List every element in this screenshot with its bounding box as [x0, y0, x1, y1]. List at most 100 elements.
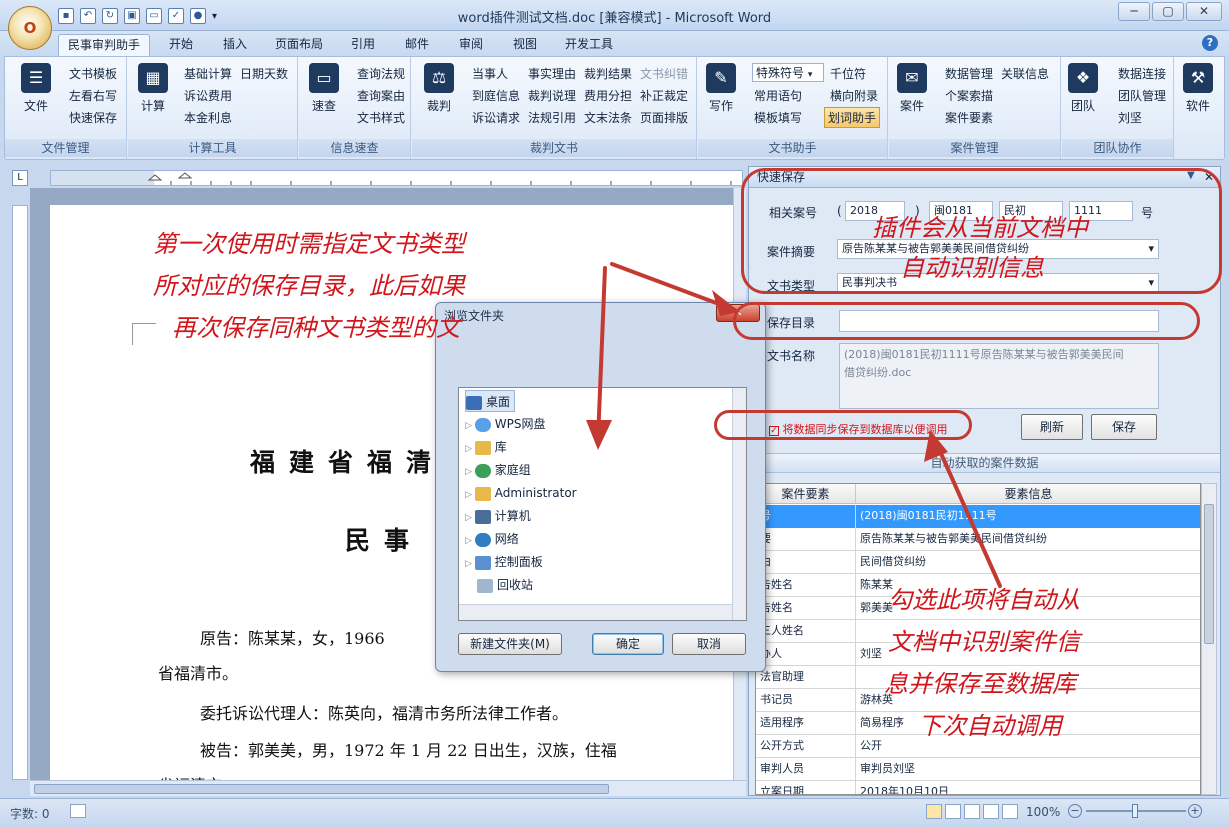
page-layout-button[interactable]: 页面排版: [640, 109, 688, 126]
claims-button[interactable]: 诉讼请求: [472, 109, 520, 126]
query-cause-button[interactable]: 查询案由: [357, 87, 405, 104]
tab-view[interactable]: 视图: [502, 34, 548, 56]
attendance-button[interactable]: 到庭信息: [472, 87, 520, 104]
quick-save-button[interactable]: 快速保存: [69, 109, 117, 126]
office-button[interactable]: O: [8, 6, 52, 50]
print-layout-icon[interactable]: [926, 804, 942, 819]
maximize-button[interactable]: ▢: [1152, 2, 1184, 21]
tab-home[interactable]: 开始: [158, 34, 204, 56]
help-icon[interactable]: ?: [1202, 35, 1218, 51]
principal-interest-button[interactable]: 本金利息: [184, 109, 232, 126]
tree-item-recycle-bin[interactable]: 回收站: [477, 574, 533, 596]
table-row[interactable]: 审判人员 审判员刘坚: [756, 758, 1200, 781]
tab-page-layout[interactable]: 页面布局: [266, 34, 332, 56]
tree-item-wps-cloud[interactable]: ▷ WPS网盘: [465, 413, 546, 435]
software-button[interactable]: ⚒ 软件: [1179, 63, 1217, 114]
correction-ruling-button[interactable]: 补正裁定: [640, 87, 688, 104]
word-assistant-button[interactable]: 划词助手: [824, 107, 881, 128]
zoom-level[interactable]: 100%: [1026, 805, 1060, 819]
sync-db-checkbox[interactable]: ✓ 将数据同步保存到数据库以便调用: [769, 421, 948, 437]
tree-item-computer[interactable]: ▷ 计算机: [465, 505, 531, 527]
basic-calc-button[interactable]: 基础计算: [184, 65, 232, 82]
law-citation-button[interactable]: 法规引用: [528, 109, 576, 126]
parties-button[interactable]: 当事人: [472, 65, 508, 82]
end-law-button[interactable]: 文末法条: [584, 109, 632, 126]
doc-template-button[interactable]: 文书模板: [69, 65, 117, 82]
lookup-button[interactable]: ▭ 速查: [305, 63, 343, 114]
template-fill-button[interactable]: 模板填写: [754, 109, 802, 126]
case-elements-button[interactable]: 案件要素: [945, 109, 993, 126]
case-data-section[interactable]: 自动获取的案件数据: [749, 453, 1220, 473]
judge-button[interactable]: ⚖ 裁判: [420, 63, 458, 114]
judgment-result-button[interactable]: 裁判结果: [584, 65, 632, 82]
write-button[interactable]: ✎ 写作: [702, 63, 740, 114]
grid-header-element[interactable]: 案件要素: [756, 484, 856, 504]
team-management-button[interactable]: 团队管理: [1118, 87, 1166, 104]
tab-developer[interactable]: 开发工具: [556, 34, 622, 56]
table-row[interactable]: 立案日期 2018年10月10日: [756, 781, 1200, 794]
facts-reasons-button[interactable]: 事实理由: [528, 65, 576, 82]
special-symbol-dropdown[interactable]: 特殊符号 ▾: [752, 63, 824, 82]
new-folder-button[interactable]: 新建文件夹(M): [458, 633, 562, 655]
tree-item-desktop[interactable]: 桌面: [465, 390, 516, 412]
minimize-button[interactable]: ─: [1118, 2, 1150, 21]
proofing-icon[interactable]: [70, 804, 86, 818]
data-management-button[interactable]: 数据管理: [945, 65, 993, 82]
tab-insert[interactable]: 插入: [212, 34, 258, 56]
refresh-button[interactable]: 刷新: [1021, 414, 1083, 440]
grid-header-value[interactable]: 要素信息: [856, 484, 1200, 504]
zoom-slider-thumb[interactable]: [1132, 804, 1138, 818]
table-row[interactable]: 由民间借贷纠纷: [756, 551, 1200, 574]
calc-button[interactable]: ▦ 计算: [134, 63, 172, 114]
horizontal-ruler[interactable]: [50, 170, 743, 186]
fee-sharing-button[interactable]: 费用分担: [584, 87, 632, 104]
ok-button[interactable]: 确定: [592, 633, 664, 655]
doc-style-button[interactable]: 文书样式: [357, 109, 405, 126]
query-law-button[interactable]: 查询法规: [357, 65, 405, 82]
zoom-out-icon[interactable]: −: [1068, 804, 1082, 818]
cancel-button[interactable]: 取消: [672, 633, 746, 655]
save-button[interactable]: 保存: [1091, 414, 1157, 440]
grid-vertical-scrollbar[interactable]: [1201, 483, 1217, 795]
tab-selector[interactable]: L: [12, 170, 28, 186]
tree-vertical-scrollbar[interactable]: [732, 388, 746, 620]
full-screen-icon[interactable]: [945, 804, 961, 819]
thousand-sep-button[interactable]: 千位符: [830, 65, 866, 82]
word-count[interactable]: 字数: 0: [10, 805, 50, 822]
scroll-thumb[interactable]: [34, 784, 609, 794]
tree-item-library[interactable]: ▷ 库: [465, 436, 507, 458]
save-dir-input[interactable]: [839, 310, 1159, 332]
reasoning-button[interactable]: 裁判说理: [528, 87, 576, 104]
related-info-button[interactable]: 关联信息: [1001, 65, 1049, 82]
tree-item-homegroup[interactable]: ▷ 家庭组: [465, 459, 531, 481]
outline-icon[interactable]: [983, 804, 999, 819]
tree-item-network[interactable]: ▷ 网络: [465, 528, 519, 550]
date-days-button[interactable]: 日期天数: [240, 65, 288, 82]
close-button[interactable]: ✕: [1186, 2, 1222, 21]
file-button[interactable]: ☰ 文件: [17, 63, 55, 114]
case-scan-button[interactable]: 个案索描: [945, 87, 993, 104]
draft-icon[interactable]: [1002, 804, 1018, 819]
team-button[interactable]: ❖ 团队: [1064, 63, 1102, 114]
dialog-close-icon[interactable]: ✕: [716, 304, 760, 322]
tree-item-control-panel[interactable]: ▷ 控制面板: [465, 551, 543, 573]
pane-menu-icon[interactable]: ▼: [1187, 170, 1195, 181]
filename-field[interactable]: (2018)闽0181民初1111号原告陈某某与被告郭美美民间 借贷纠纷.doc: [839, 343, 1159, 409]
pane-close-icon[interactable]: ✕: [1204, 170, 1214, 184]
table-row[interactable]: 号(2018)闽0181民初1111号: [756, 505, 1200, 528]
web-layout-icon[interactable]: [964, 804, 980, 819]
user-name-button[interactable]: 刘坚: [1118, 109, 1142, 126]
vertical-ruler[interactable]: [12, 205, 28, 780]
scroll-thumb[interactable]: [1204, 504, 1214, 644]
tab-references[interactable]: 引用: [340, 34, 386, 56]
side-by-side-button[interactable]: 左看右写: [69, 87, 117, 104]
tree-item-administrator[interactable]: ▷ Administrator: [465, 482, 577, 504]
tab-mailings[interactable]: 邮件: [394, 34, 440, 56]
folder-tree[interactable]: 桌面 ▷ WPS网盘 ▷ 库 ▷ 家庭组 ▷ Administrator ▷ 计…: [458, 387, 747, 621]
table-row[interactable]: 要原告陈某某与被告郭美美民间借贷纠纷: [756, 528, 1200, 551]
doc-correction-button[interactable]: 文书纠错: [640, 65, 688, 82]
case-button[interactable]: ✉ 案件: [893, 63, 931, 114]
doc-horizontal-scrollbar[interactable]: [30, 780, 746, 796]
common-phrases-button[interactable]: 常用语句: [754, 87, 802, 104]
tree-horizontal-scrollbar[interactable]: [459, 604, 732, 620]
